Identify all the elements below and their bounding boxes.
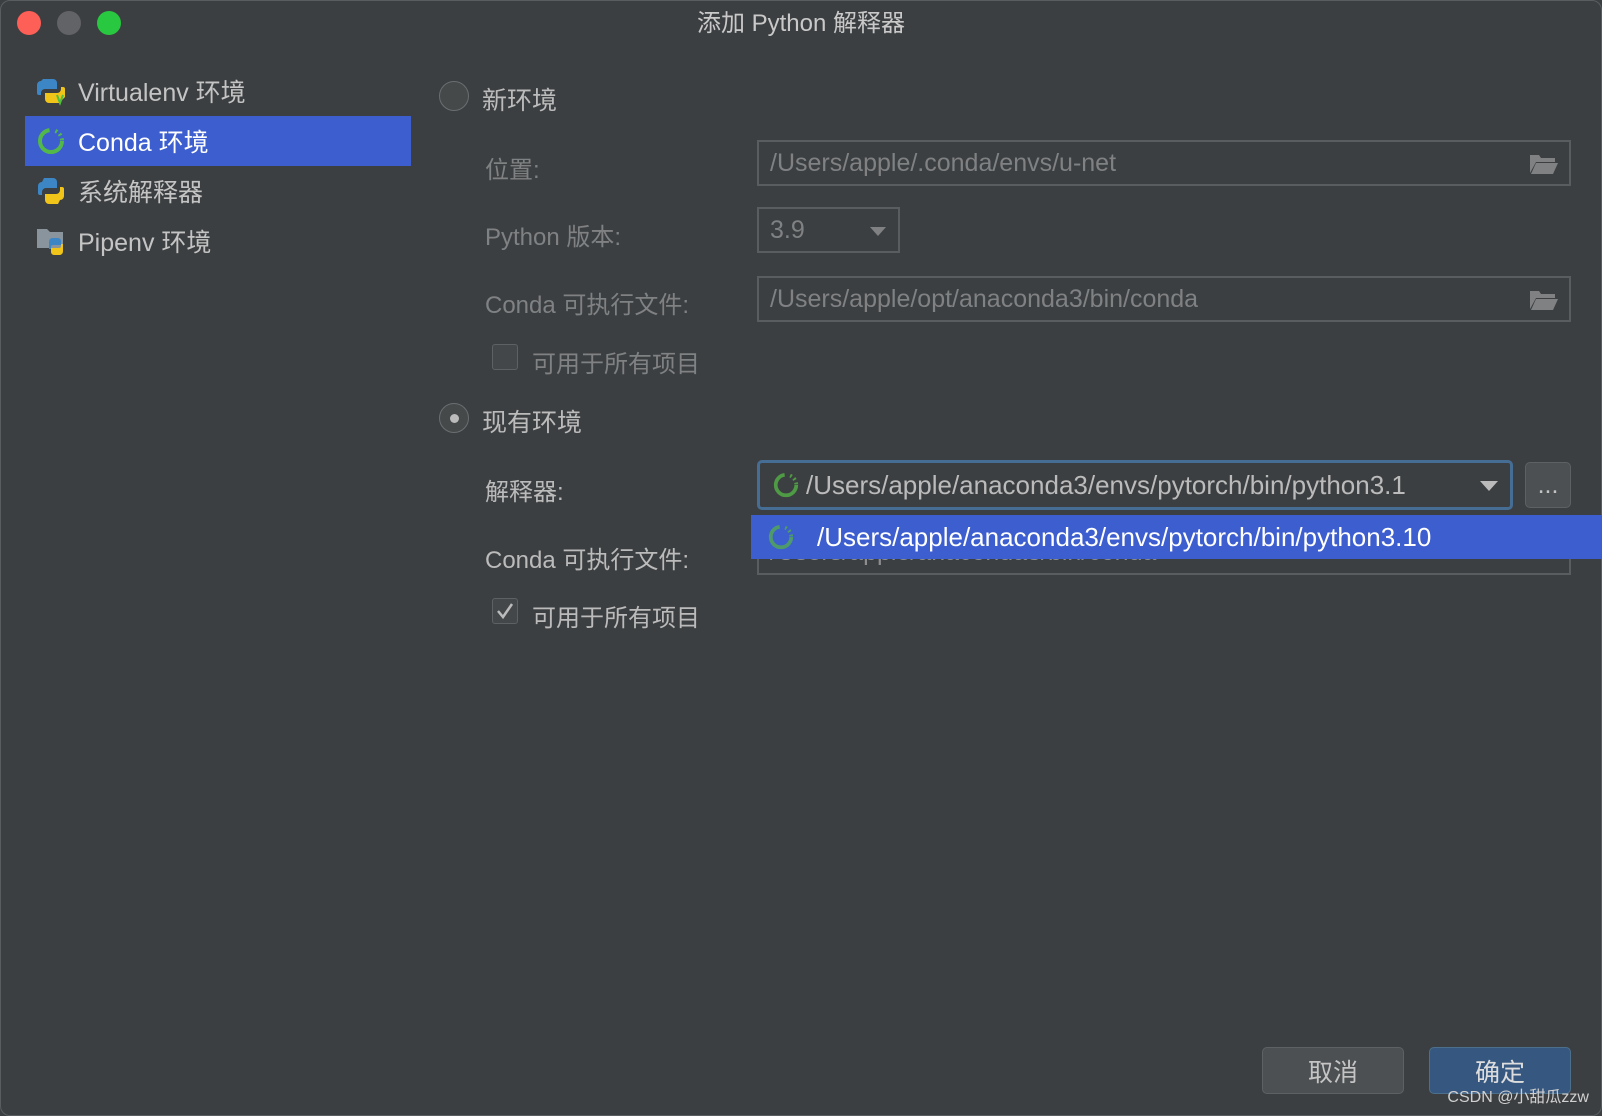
python-virtualenv-icon [34, 74, 68, 108]
conda-exe-label: Conda 可执行文件: [485, 292, 690, 319]
close-window-button[interactable] [17, 11, 41, 35]
existing-env-label: 现有环境 [482, 409, 583, 437]
sidebar-item-label: 系统解释器 [78, 179, 204, 207]
existing-all-projects-checkbox[interactable] [492, 598, 518, 624]
watermark: CSDN @小甜瓜zzw [1447, 1089, 1589, 1106]
python-icon [34, 174, 68, 208]
interpreter-label: 解释器: [485, 479, 564, 506]
new-env-label: 新环境 [482, 87, 558, 115]
sidebar-item-system-interpreter[interactable]: 系统解释器 [25, 166, 411, 216]
checkmark-icon [497, 603, 514, 620]
conda-icon [34, 124, 68, 158]
new-env-all-projects-label: 可用于所有项目 [532, 351, 700, 378]
python-version-select[interactable]: 3.9 [757, 207, 900, 253]
conda-exe-value: /Users/apple/opt/anaconda3/bin/conda [770, 284, 1199, 313]
sidebar-item-label: Conda 环境 [78, 129, 209, 157]
location-value: /Users/apple/.conda/envs/u-net [770, 148, 1117, 177]
location-label: 位置: [485, 157, 540, 184]
sidebar-item-pipenv[interactable]: Pipenv 环境 [25, 216, 411, 266]
folder-open-icon[interactable] [1529, 153, 1559, 175]
cancel-button[interactable]: 取消 [1262, 1047, 1404, 1094]
chevron-down-icon [870, 227, 886, 236]
location-field[interactable]: /Users/apple/.conda/envs/u-net [757, 140, 1571, 186]
interpreter-dropdown-option[interactable]: /Users/apple/anaconda3/envs/pytorch/bin/… [751, 515, 1602, 559]
new-env-all-projects-checkbox[interactable] [492, 344, 518, 370]
folder-open-icon[interactable] [1529, 289, 1559, 311]
minimize-window-button[interactable] [57, 11, 81, 35]
existing-conda-exe-label: Conda 可执行文件: [485, 547, 690, 574]
existing-env-radio[interactable] [439, 403, 469, 433]
dialog-window: 添加 Python 解释器 Virtualenv 环境 Conda 环境 系统解… [0, 0, 1602, 1116]
sidebar-item-conda[interactable]: Conda 环境 [25, 116, 411, 166]
new-env-radio[interactable] [439, 81, 469, 111]
existing-all-projects-label: 可用于所有项目 [532, 605, 700, 632]
conda-exe-field[interactable]: /Users/apple/opt/anaconda3/bin/conda [757, 276, 1571, 322]
sidebar-item-virtualenv[interactable]: Virtualenv 环境 [25, 66, 411, 116]
pipenv-folder-icon [34, 224, 68, 258]
maximize-window-button[interactable] [97, 11, 121, 35]
interpreter-value: /Users/apple/anaconda3/envs/pytorch/bin/… [806, 469, 1406, 500]
browse-interpreter-button[interactable]: ... [1525, 462, 1571, 508]
python-version-label: Python 版本: [485, 224, 622, 251]
conda-icon [768, 524, 794, 550]
interpreter-combobox[interactable]: /Users/apple/anaconda3/envs/pytorch/bin/… [757, 460, 1513, 510]
conda-icon [773, 472, 799, 498]
chevron-down-icon[interactable] [1480, 481, 1498, 491]
dropdown-option-label: /Users/apple/anaconda3/envs/pytorch/bin/… [817, 521, 1432, 552]
window-title: 添加 Python 解释器 [696, 10, 906, 37]
python-version-value: 3.9 [770, 215, 805, 244]
sidebar-item-label: Pipenv 环境 [78, 229, 212, 257]
sidebar-item-label: Virtualenv 环境 [78, 79, 246, 107]
